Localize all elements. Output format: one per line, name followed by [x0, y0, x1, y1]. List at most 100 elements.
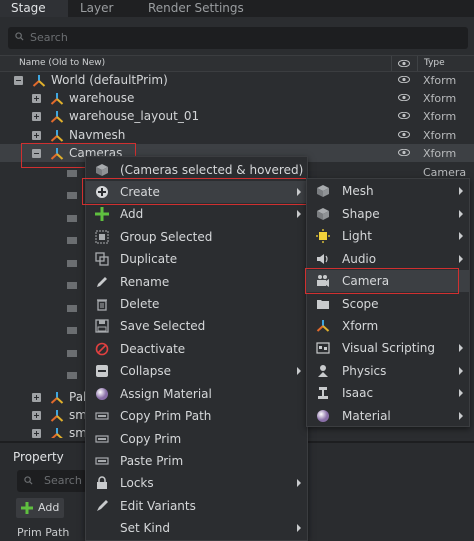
- xform-axes-icon: [50, 392, 64, 404]
- submenu-arrow-icon: [459, 344, 463, 352]
- tree-row-warehouse[interactable]: warehouse Xform: [0, 89, 474, 107]
- cube-icon: [96, 164, 108, 176]
- xform-axes-icon: [316, 320, 330, 332]
- search-placeholder: Search: [44, 474, 82, 487]
- menu-item-locks[interactable]: Locks: [86, 472, 307, 494]
- visual-scripting-icon: [316, 342, 330, 354]
- menu-item-duplicate[interactable]: Duplicate: [86, 248, 307, 270]
- group-icon: [95, 230, 109, 244]
- submenu-item-isaac[interactable]: Isaac: [307, 382, 469, 404]
- xform-axes-icon: [51, 428, 63, 438]
- submenu-item-shape[interactable]: Shape: [307, 203, 469, 225]
- submenu-item-material[interactable]: Material: [307, 405, 469, 427]
- add-button[interactable]: Add: [16, 498, 64, 518]
- submenu-arrow-icon: [459, 187, 463, 195]
- physics-icon: [318, 365, 328, 377]
- submenu-arrow-icon: [459, 389, 463, 397]
- material-sphere-icon: [317, 410, 329, 422]
- search-icon: [15, 32, 24, 41]
- visibility-eye-icon[interactable]: [398, 76, 410, 83]
- submenu-item-audio[interactable]: Audio: [307, 248, 469, 270]
- tree-row-navmesh[interactable]: Navmesh Xform: [0, 126, 474, 144]
- expand-toggle[interactable]: [32, 411, 41, 420]
- search-placeholder: Search: [30, 31, 68, 44]
- menu-item-rename[interactable]: Rename: [86, 271, 307, 293]
- tab-layer[interactable]: Layer: [80, 0, 130, 17]
- paste-prim-icon: [95, 457, 109, 465]
- tree-row-type: Xform: [423, 74, 457, 87]
- xform-axes-icon: [50, 130, 64, 142]
- submenu-item-xform[interactable]: Xform: [307, 315, 469, 337]
- collapse-icon: [96, 365, 108, 377]
- menu-item-copy-prim-path[interactable]: Copy Prim Path: [86, 405, 307, 427]
- xform-axes-icon: [50, 111, 64, 123]
- green-plus-icon: [21, 502, 33, 514]
- brush-icon: [97, 500, 108, 511]
- visibility-eye-icon[interactable]: [398, 112, 410, 119]
- submenu-item-physics[interactable]: Physics: [307, 360, 469, 382]
- menu-item-copy-prim[interactable]: Copy Prim: [86, 428, 307, 450]
- menu-item-collapse[interactable]: Collapse: [86, 360, 307, 382]
- tab-render-settings[interactable]: Render Settings: [148, 0, 268, 17]
- column-type-header[interactable]: Type: [424, 58, 445, 68]
- visibility-eye-icon[interactable]: [398, 131, 410, 138]
- pencil-icon: [97, 277, 107, 287]
- visibility-eye-icon[interactable]: [398, 94, 410, 101]
- expand-toggle[interactable]: [32, 112, 41, 121]
- material-sphere-icon: [96, 388, 108, 400]
- isaac-icon: [318, 387, 328, 399]
- tree-row-type: Xform: [423, 147, 457, 160]
- prim-path-label: Prim Path: [17, 526, 70, 539]
- tree-row-label: Pal: [69, 390, 87, 404]
- tree-row-type: Xform: [423, 92, 457, 105]
- menu-item-group-selected[interactable]: Group Selected: [86, 226, 307, 248]
- submenu-arrow-icon: [297, 524, 301, 532]
- shape-cube-icon: [317, 208, 329, 220]
- tab-bar: Stage Layer Render Settings: [0, 0, 474, 17]
- menu-item-delete[interactable]: Delete: [86, 293, 307, 315]
- stage-search-input[interactable]: Search: [8, 27, 468, 49]
- expand-toggle[interactable]: [32, 429, 41, 438]
- tree-row-type: Xform: [423, 110, 457, 123]
- tree-header: Name (Old to New) Type: [0, 55, 474, 72]
- menu-item-paste-prim[interactable]: Paste Prim: [86, 450, 307, 472]
- expand-toggle[interactable]: [32, 131, 41, 140]
- submenu-item-scope[interactable]: Scope: [307, 293, 469, 315]
- tree-row-world[interactable]: World (defaultPrim) Xform: [0, 71, 474, 89]
- green-plus-icon: [95, 207, 109, 221]
- menu-item-edit-variants[interactable]: Edit Variants: [86, 495, 307, 517]
- submenu-item-visual-scripting[interactable]: Visual Scripting: [307, 337, 469, 359]
- audio-icon: [317, 254, 328, 264]
- submenu-item-light[interactable]: Light: [307, 225, 469, 247]
- trash-icon: [97, 299, 107, 311]
- mesh-cube-icon: [317, 185, 329, 197]
- create-highlight-box: [82, 178, 307, 205]
- folder-icon: [317, 300, 329, 309]
- camera-child-icons: [67, 170, 77, 379]
- property-search-input[interactable]: Search: [17, 470, 87, 492]
- expand-toggle[interactable]: [32, 94, 41, 103]
- tree-row-label: World (defaultPrim): [51, 73, 168, 87]
- menu-item-set-kind[interactable]: Set Kind: [86, 517, 307, 539]
- menu-item-assign-material[interactable]: Assign Material: [86, 383, 307, 405]
- light-icon: [316, 229, 330, 243]
- submenu-arrow-icon: [459, 255, 463, 263]
- collapse-toggle[interactable]: [14, 76, 23, 85]
- visibility-eye-icon[interactable]: [398, 149, 410, 156]
- save-icon: [95, 319, 109, 333]
- xform-axes-icon: [50, 93, 64, 105]
- tree-row-warehouse-layout[interactable]: warehouse_layout_01 Xform: [0, 107, 474, 125]
- menu-item-deactivate[interactable]: Deactivate: [86, 338, 307, 360]
- menu-item-add[interactable]: Add: [86, 203, 307, 225]
- expand-toggle[interactable]: [32, 393, 41, 402]
- column-name-header[interactable]: Name (Old to New): [19, 58, 105, 68]
- menu-item-save-selected[interactable]: Save Selected: [86, 315, 307, 337]
- search-icon: [24, 476, 33, 485]
- copy-prim-icon: [95, 435, 109, 443]
- copy-path-icon: [95, 412, 109, 420]
- submenu-arrow-icon: [459, 412, 463, 420]
- visibility-eye-icon[interactable]: [398, 60, 410, 67]
- submenu-arrow-icon: [459, 232, 463, 240]
- submenu-item-mesh[interactable]: Mesh: [307, 180, 469, 202]
- tab-stage[interactable]: Stage: [0, 0, 68, 17]
